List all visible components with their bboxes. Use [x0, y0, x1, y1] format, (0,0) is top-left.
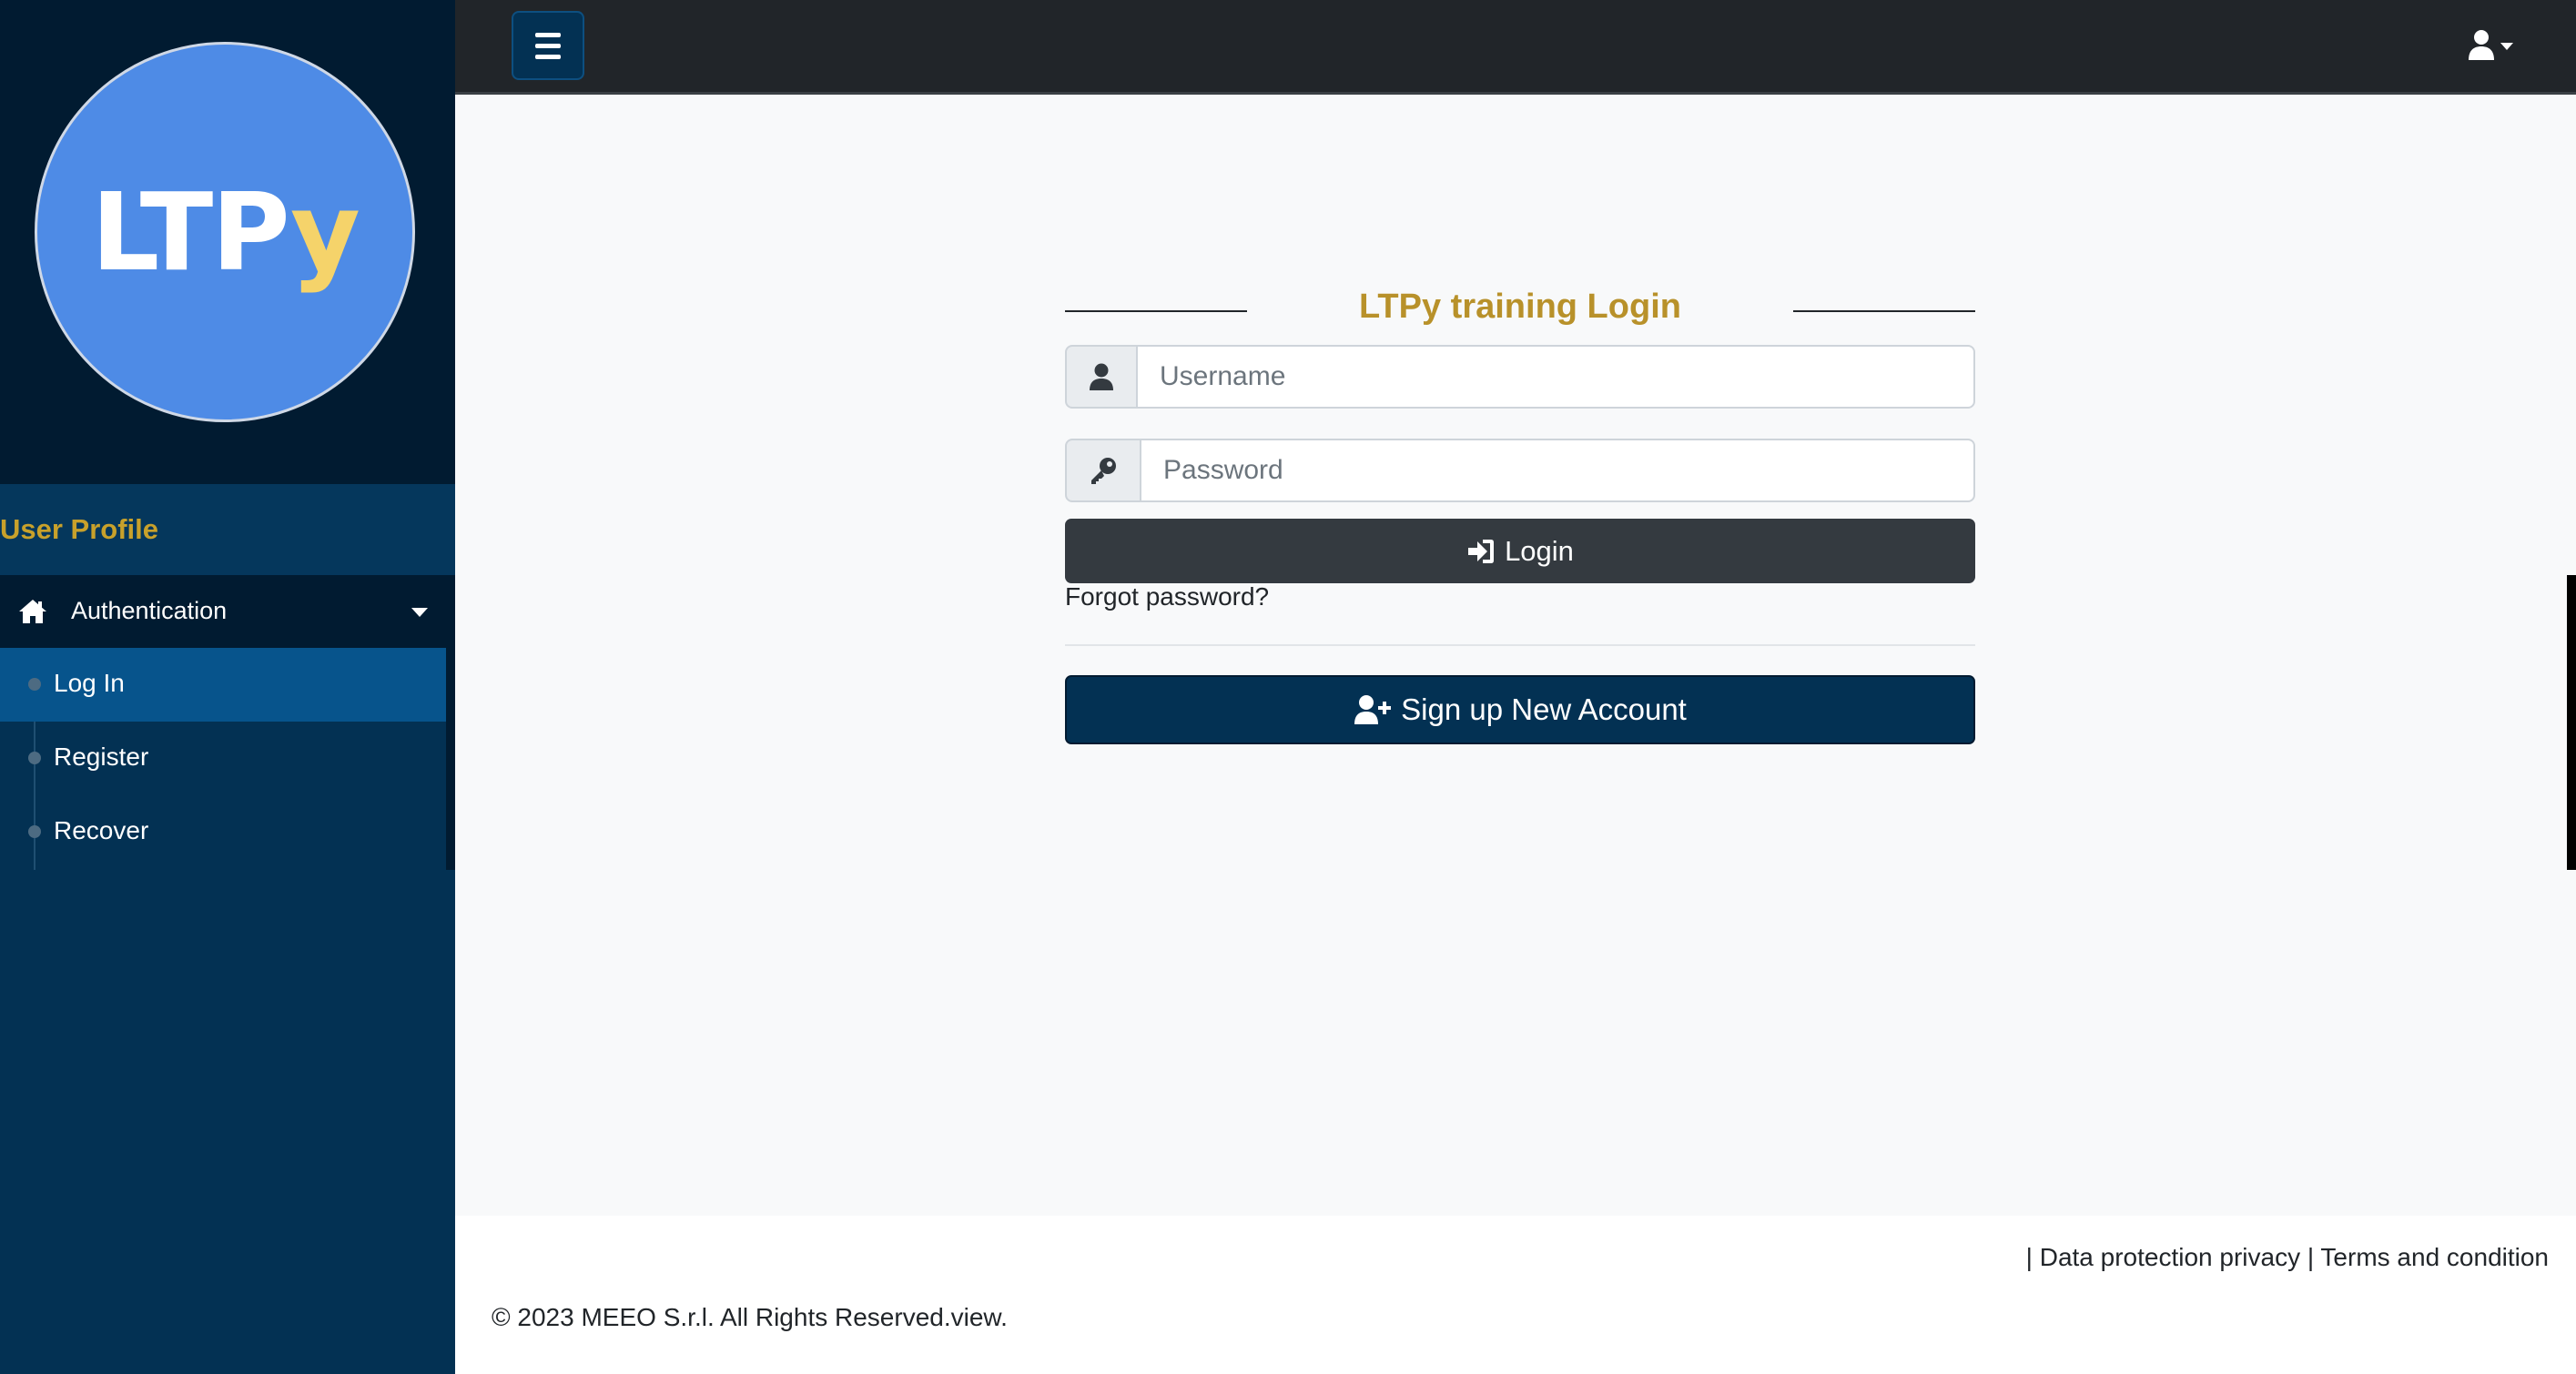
sidebar-item-label: Log In — [54, 669, 125, 697]
copyright-text: © 2023 MEEO S.r.l. All Rights Reserved.v… — [492, 1303, 1008, 1331]
login-button[interactable]: Login — [1065, 519, 1975, 583]
sidebar-item-recover[interactable]: Recover — [0, 795, 446, 869]
menu-toggle-button[interactable] — [512, 11, 584, 80]
footer-separator: | — [2307, 1243, 2315, 1271]
footer: | Data protection privacy | Terms and co… — [455, 1216, 2576, 1374]
sidebar-item-label: Register — [54, 743, 149, 771]
authentication-submenu: Log In Register Recover — [0, 648, 446, 870]
divider — [1065, 644, 1975, 646]
sidebar-item-register[interactable]: Register — [0, 722, 446, 795]
login-heading: LTPy training Login — [1065, 282, 1975, 337]
password-input[interactable] — [1140, 439, 1975, 502]
terms-link[interactable]: Terms and condition — [2320, 1243, 2549, 1271]
sidebar-menu: Authentication Log In Register Recover — [0, 575, 455, 870]
brand-area: LTPy — [0, 0, 455, 484]
key-icon — [1091, 458, 1116, 484]
home-icon — [19, 600, 46, 623]
sidebar-item-authentication[interactable]: Authentication — [0, 575, 446, 648]
sidebar-item-login[interactable]: Log In — [0, 648, 446, 722]
username-group — [1065, 345, 1975, 409]
user-profile-label: User Profile — [0, 513, 159, 545]
logo-text-accent: y — [289, 169, 360, 295]
sign-in-icon — [1468, 539, 1495, 563]
footer-links: | Data protection privacy | Terms and co… — [2026, 1243, 2549, 1272]
forgot-password-link[interactable]: Forgot password? — [1065, 582, 1269, 611]
logo-text-main: LTP — [91, 169, 292, 295]
user-plus-icon — [1354, 695, 1392, 724]
footer-separator: | — [2025, 1243, 2033, 1271]
username-addon — [1065, 345, 1138, 409]
password-group — [1065, 439, 1975, 502]
page-title: LTPy training Login — [1359, 288, 1681, 326]
sidebar-item-label: Authentication — [71, 597, 228, 624]
topbar — [455, 0, 2576, 95]
signup-button[interactable]: Sign up New Account — [1065, 675, 1975, 744]
privacy-link[interactable]: Data protection privacy — [2040, 1243, 2300, 1271]
bullet-icon — [28, 825, 41, 838]
signup-button-label: Sign up New Account — [1401, 692, 1687, 726]
login-button-label: Login — [1505, 534, 1574, 567]
sidebar-item-label: Recover — [54, 816, 149, 844]
user-profile-header: User Profile — [0, 484, 455, 575]
ltpy-logo[interactable]: LTPy — [35, 42, 415, 422]
user-icon — [1090, 363, 1113, 390]
menu-border — [2567, 575, 2576, 870]
bullet-icon — [28, 752, 41, 764]
bullet-icon — [28, 678, 41, 691]
username-input[interactable] — [1136, 345, 1975, 409]
chevron-down-icon — [411, 608, 428, 617]
user-icon[interactable] — [2467, 29, 2518, 62]
hamburger-icon — [535, 32, 561, 37]
password-addon — [1065, 439, 1141, 502]
